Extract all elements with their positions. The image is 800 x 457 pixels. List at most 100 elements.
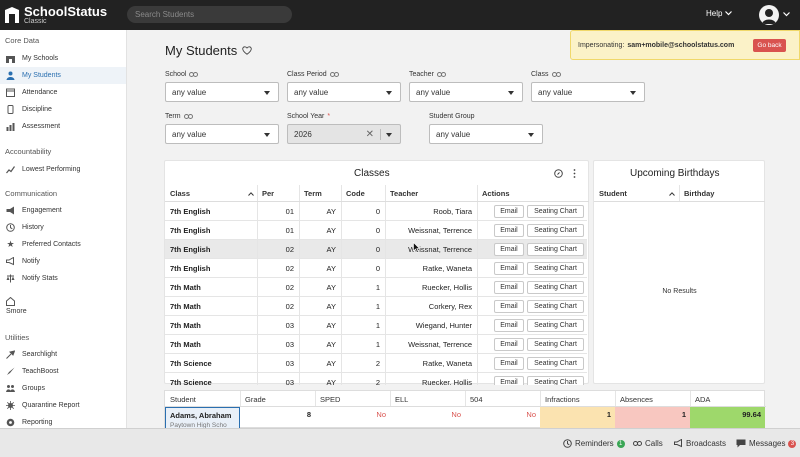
column-header-per[interactable]: Per [262, 189, 274, 198]
code-cell: 0 [375, 264, 380, 273]
filter-student-group-select[interactable]: any value [429, 124, 543, 144]
filter-class-select[interactable]: any value [531, 82, 645, 102]
column-header-grade[interactable]: Grade [245, 395, 266, 404]
sidebar-item-quarantine-report[interactable]: Quarantine Report [0, 397, 126, 414]
sidebar-item-groups[interactable]: Groups [0, 380, 126, 397]
seating-chart-button[interactable]: Seating Chart [527, 300, 584, 313]
sidebar-item-notify[interactable]: Notify [0, 253, 126, 270]
avatar-chevron-down-icon[interactable] [783, 12, 790, 17]
sidebar-item-reporting[interactable]: Reporting [0, 414, 126, 428]
table-row[interactable]: 7th English 02 AY 0 Weissnat, Terrence Email S… [165, 240, 587, 259]
heart-icon[interactable] [242, 46, 252, 55]
table-row[interactable]: 7th Math 02 AY 1 Corkery, Rex Email Seating Ch… [165, 297, 587, 316]
email-button[interactable]: Email [494, 224, 524, 237]
email-button[interactable]: Email [494, 243, 524, 256]
avatar[interactable] [759, 5, 779, 25]
seating-chart-button[interactable]: Seating Chart [527, 319, 584, 332]
class-cell: 7th English [170, 226, 211, 235]
impersonated-user: sam+mobile@schoolstatus.com [627, 41, 735, 49]
column-header-code[interactable]: Code [346, 189, 365, 198]
sidebar-group-utilities: Utilities [5, 333, 30, 342]
filter-teacher-select[interactable]: any value [409, 82, 523, 102]
column-header-teacher[interactable]: Teacher [390, 189, 418, 198]
column-header-class[interactable]: Class [170, 189, 190, 198]
compass-icon[interactable] [554, 169, 563, 178]
sort-ascending-icon[interactable] [248, 192, 254, 196]
sidebar-item-my-students[interactable]: My Students [0, 67, 126, 84]
table-row[interactable]: 7th English 01 AY 0 Weissnat, Terrence Email S… [165, 221, 587, 240]
student-name[interactable]: Adams, Abraham [170, 411, 235, 420]
reminders-button[interactable]: Reminders 1 [563, 439, 625, 448]
email-button[interactable]: Email [494, 262, 524, 275]
students-grid: Student Grade SPED ELL 504 Infractions A… [164, 390, 766, 429]
sidebar-item-lowest-performing[interactable]: Lowest Performing [0, 161, 126, 178]
email-button[interactable]: Email [494, 300, 524, 313]
column-divider [257, 297, 258, 315]
sidebar-item-engagement[interactable]: Engagement [0, 202, 126, 219]
seating-chart-button[interactable]: Seating Chart [527, 205, 584, 218]
column-header-ada[interactable]: ADA [695, 395, 710, 404]
table-row[interactable]: 7th English 02 AY 0 Ratke, Waneta Email Seatin… [165, 259, 587, 278]
sidebar-item-history[interactable]: History [0, 219, 126, 236]
caret-down-icon [528, 133, 534, 137]
email-button[interactable]: Email [494, 357, 524, 370]
filter-school-year-select[interactable]: 2026 ✕ [287, 124, 401, 144]
column-header-ell[interactable]: ELL [395, 395, 408, 404]
sidebar-item-discipline[interactable]: Discipline [0, 101, 126, 118]
calls-button[interactable]: Calls [633, 439, 663, 448]
sidebar-item-notify-stats[interactable]: Notify Stats [0, 270, 126, 287]
sidebar-item-preferred-contacts[interactable]: ★ Preferred Contacts [0, 236, 126, 253]
seating-chart-button[interactable]: Seating Chart [527, 376, 584, 385]
table-row[interactable]: 7th Math 03 AY 1 Weissnat, Terrence Email Seat… [165, 335, 587, 354]
table-row[interactable]: Adams, Abraham Paytown High Scho 8 No No… [165, 407, 766, 429]
column-divider [299, 297, 300, 315]
logo[interactable]: SchoolStatus Classic [4, 5, 107, 25]
email-button[interactable]: Email [494, 376, 524, 385]
column-header-birthday[interactable]: Birthday [684, 189, 714, 198]
sidebar-item-my-schools[interactable]: My Schools [0, 50, 126, 67]
column-header-student[interactable]: Student [599, 189, 627, 198]
sort-ascending-icon[interactable] [669, 192, 675, 196]
seating-chart-button[interactable]: Seating Chart [527, 338, 584, 351]
column-divider [385, 221, 386, 239]
table-row[interactable]: 7th English 01 AY 0 Roob, Tiara Email Seating … [165, 202, 587, 221]
filter-label-text: Teacher [409, 71, 434, 78]
sidebar-item-attendance[interactable]: Attendance [0, 84, 126, 101]
seating-chart-button[interactable]: Seating Chart [527, 243, 584, 256]
clear-icon[interactable]: ✕ [366, 129, 374, 140]
table-row[interactable]: 7th Math 02 AY 1 Ruecker, Hollis Email Seating… [165, 278, 587, 297]
filter-term-select[interactable]: any value [165, 124, 279, 144]
seating-chart-button[interactable]: Seating Chart [527, 262, 584, 275]
sidebar-item-searchlight[interactable]: Searchlight [0, 346, 126, 363]
column-header-sped[interactable]: SPED [320, 395, 340, 404]
broadcasts-button[interactable]: Broadcasts [674, 439, 726, 448]
column-header-term[interactable]: Term [304, 189, 322, 198]
column-header-504[interactable]: 504 [470, 395, 483, 404]
sidebar-item-assessment[interactable]: Assessment [0, 118, 126, 135]
search-students-input[interactable] [127, 6, 292, 23]
column-header-actions[interactable]: Actions [482, 189, 510, 198]
column-header-student[interactable]: Student [170, 395, 196, 404]
email-button[interactable]: Email [494, 281, 524, 294]
table-row[interactable]: 7th Science 03 AY 2 Ratke, Waneta Email Seatin… [165, 354, 587, 373]
table-row[interactable]: 7th Science 03 AY 2 Ruecker, Hollis Email Seat… [165, 373, 587, 385]
sidebar-item-label: Smore [6, 308, 27, 315]
messages-button[interactable]: Messages 3 [736, 439, 797, 448]
seating-chart-button[interactable]: Seating Chart [527, 357, 584, 370]
sidebar-item-teachboost[interactable]: TeachBoost [0, 363, 126, 380]
filter-school-select[interactable]: any value [165, 82, 279, 102]
column-header-absences[interactable]: Absences [620, 395, 653, 404]
sidebar-item-smore[interactable]: Smore [0, 292, 126, 320]
student-cell[interactable]: Adams, Abraham Paytown High Scho [165, 407, 240, 429]
table-row[interactable]: 7th Math 03 AY 1 Wiegand, Hunter Email Seating… [165, 316, 587, 335]
more-vertical-icon[interactable] [573, 169, 576, 178]
column-header-infractions[interactable]: Infractions [545, 395, 580, 404]
email-button[interactable]: Email [494, 205, 524, 218]
seating-chart-button[interactable]: Seating Chart [527, 224, 584, 237]
go-back-button[interactable]: Go back [753, 39, 786, 52]
help-menu[interactable]: Help [706, 9, 733, 18]
email-button[interactable]: Email [494, 319, 524, 332]
email-button[interactable]: Email [494, 338, 524, 351]
seating-chart-button[interactable]: Seating Chart [527, 281, 584, 294]
filter-class-period-select[interactable]: any value [287, 82, 401, 102]
